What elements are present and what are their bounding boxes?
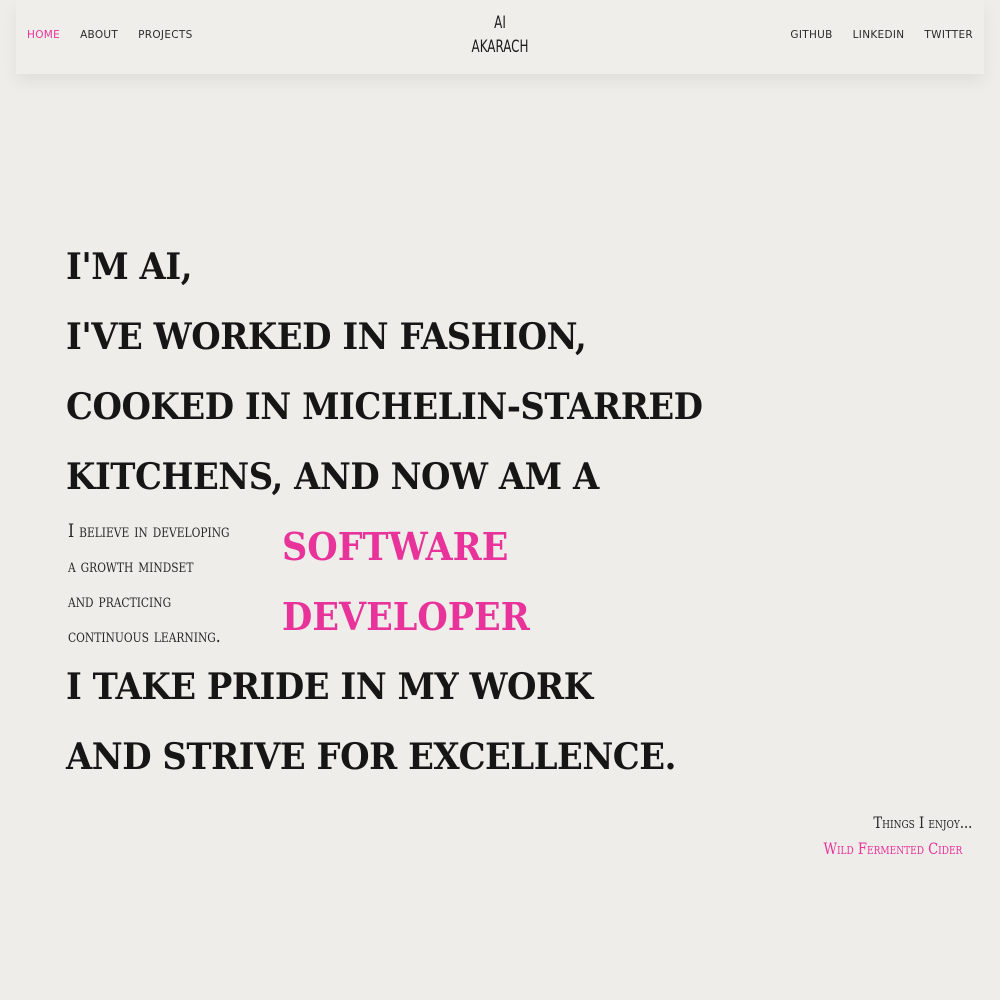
nav-linkedin-link[interactable]: LINKEDIN (853, 29, 905, 41)
hero-line-fashion: I'VE WORKED IN FASHION, (66, 316, 587, 358)
belief-line: a growth mindset (68, 555, 194, 577)
role-word: DEVELOPER (282, 594, 530, 639)
brand-first-name: AI (494, 13, 506, 33)
nav-github-link[interactable]: GITHUB (790, 29, 832, 41)
belief-line: I believe in developing (68, 520, 230, 542)
belief-line: and practicing (68, 590, 172, 612)
hero-mid-row: I believe in developing a growth mindset… (66, 512, 786, 652)
things-i-enjoy: Things I enjoy... Wild Fermented Cider (793, 810, 972, 862)
nav-twitter-link[interactable]: TWITTER (924, 29, 973, 41)
hero-line-cooked: COOKED IN MICHELIN-STARRED (66, 386, 703, 428)
role-title: SOFTWARE DEVELOPER (282, 512, 530, 652)
hero-section: I'M AI, I'VE WORKED IN FASHION, COOKED I… (66, 232, 786, 792)
role-word: SOFTWARE (282, 524, 509, 569)
hero-line-kitchens: KITCHENS, AND NOW AM A (66, 456, 599, 498)
hero-line-greeting: I'M AI, (66, 246, 193, 288)
belief-line: continuous learning. (68, 625, 221, 647)
enjoy-item-link[interactable]: Wild Fermented Cider (823, 836, 962, 862)
nav-right: GITHUB LINKEDIN TWITTER (790, 29, 973, 41)
hero-line-pride: I TAKE PRIDE IN MY WORK (66, 666, 593, 708)
belief-statement: I believe in developing a growth mindset… (68, 514, 248, 654)
hero-line-excellence: AND STRIVE FOR EXCELLENCE. (66, 736, 676, 778)
brand-last-name: AKARACH (471, 37, 529, 57)
enjoy-label: Things I enjoy... (873, 813, 972, 832)
navbar: HOME ABOUT PROJECTS AI AKARACH GITHUB LI… (16, 0, 984, 74)
